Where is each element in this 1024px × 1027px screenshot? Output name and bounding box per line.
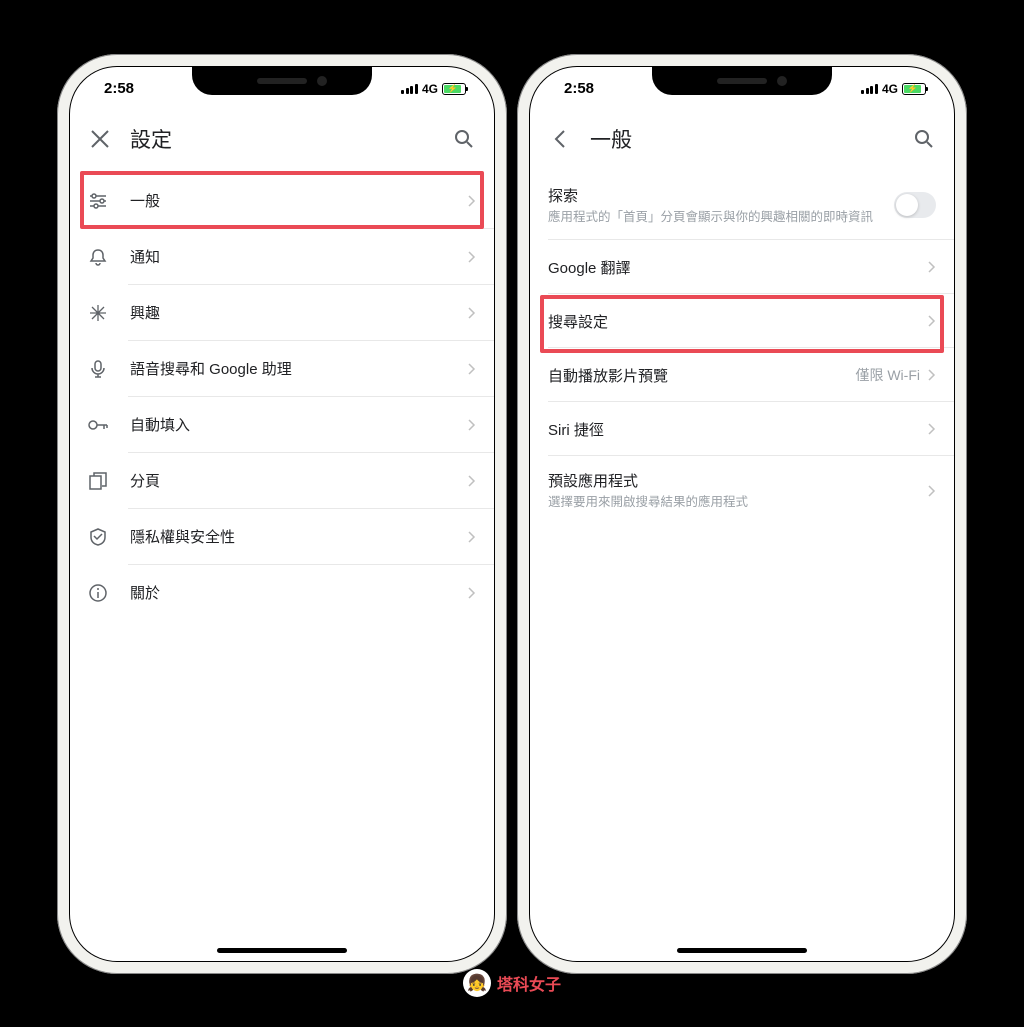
list-item-autoplay[interactable]: 自動播放影片預覽 僅限 Wi-Fi [530, 348, 954, 402]
list-item-label: 隱私權與安全性 [130, 526, 446, 547]
battery-icon: ⚡ [442, 83, 466, 95]
screen-left: 2:58 4G ⚡ 設定 一般 [69, 66, 495, 962]
list-item-sub: 選擇要用來開啟搜尋結果的應用程式 [548, 494, 928, 512]
list-item-value: 僅限 Wi-Fi [855, 365, 920, 385]
chevron-right-icon [928, 315, 936, 327]
list-item-interests[interactable]: 興趣 [70, 285, 494, 341]
chevron-right-icon [928, 261, 936, 273]
list-item-translate[interactable]: Google 翻譯 [530, 240, 954, 294]
watermark-avatar-icon: 👧 [463, 969, 491, 997]
status-right: 4G ⚡ [401, 82, 466, 96]
search-icon[interactable] [912, 127, 936, 151]
chevron-right-icon [468, 363, 476, 375]
settings-list: 一般 通知 興趣 語音搜尋和 Googl [70, 167, 494, 627]
page-title: 一般 [590, 124, 894, 154]
bell-icon [88, 247, 108, 267]
list-item-about[interactable]: 關於 [70, 565, 494, 621]
notch [652, 67, 832, 95]
toggle-switch[interactable] [894, 192, 936, 218]
chevron-right-icon [468, 531, 476, 543]
list-item-label: 語音搜尋和 Google 助理 [130, 358, 446, 379]
list-item-label: 興趣 [130, 302, 446, 323]
list-item-voice[interactable]: 語音搜尋和 Google 助理 [70, 341, 494, 397]
close-icon[interactable] [88, 127, 112, 151]
list-item-autofill[interactable]: 自動填入 [70, 397, 494, 453]
page-title: 設定 [130, 124, 434, 154]
status-time: 2:58 [98, 80, 134, 97]
battery-icon: ⚡ [902, 83, 926, 95]
chevron-right-icon [468, 307, 476, 319]
list-item-label: Google 翻譯 [548, 257, 928, 278]
list-item-search-settings[interactable]: 搜尋設定 [530, 294, 954, 348]
home-indicator[interactable] [677, 948, 807, 953]
chevron-right-icon [928, 423, 936, 435]
list-item-label: 預設應用程式 [548, 470, 928, 491]
list-item-label: 關於 [130, 582, 446, 603]
list-item-label: 探索 [548, 185, 894, 206]
watermark: 👧 塔科女子 [463, 969, 561, 997]
chevron-right-icon [468, 419, 476, 431]
list-item-label: 自動填入 [130, 414, 446, 435]
mic-icon [88, 359, 108, 379]
status-time: 2:58 [558, 80, 594, 97]
list-item-label: 通知 [130, 246, 446, 267]
signal-icon [401, 84, 418, 94]
page-header: 一般 [530, 111, 954, 167]
key-icon [88, 415, 108, 435]
list-item-general[interactable]: 一般 [70, 173, 494, 229]
list-item-notifications[interactable]: 通知 [70, 229, 494, 285]
chevron-right-icon [468, 475, 476, 487]
chevron-right-icon [928, 369, 936, 381]
chevron-right-icon [468, 195, 476, 207]
list-item-sub: 應用程式的「首頁」分頁會顯示與你的興趣相關的即時資訊 [548, 209, 894, 227]
network-label: 4G [422, 82, 438, 96]
list-item-label: Siri 捷徑 [548, 419, 928, 440]
list-item-label: 一般 [130, 190, 446, 211]
chevron-right-icon [468, 251, 476, 263]
notch [192, 67, 372, 95]
list-item-label: 自動播放影片預覽 [548, 365, 855, 386]
back-icon[interactable] [548, 127, 572, 151]
phone-right: 2:58 4G ⚡ 一般 探索 應用程式的「首頁」分頁會顯示與你的興趣相關的即時… [517, 54, 967, 974]
screen-right: 2:58 4G ⚡ 一般 探索 應用程式的「首頁」分頁會顯示與你的興趣相關的即時… [529, 66, 955, 962]
general-list: 探索 應用程式的「首頁」分頁會顯示與你的興趣相關的即時資訊 Google 翻譯 … [530, 167, 954, 526]
info-icon [88, 583, 108, 603]
chevron-right-icon [468, 587, 476, 599]
list-item-siri[interactable]: Siri 捷徑 [530, 402, 954, 456]
list-item-label: 分頁 [130, 470, 446, 491]
search-icon[interactable] [452, 127, 476, 151]
copy-icon [88, 471, 108, 491]
star-icon [88, 303, 108, 323]
watermark-text: 塔科女子 [497, 971, 561, 995]
signal-icon [861, 84, 878, 94]
list-item-label: 搜尋設定 [548, 311, 928, 332]
list-item-privacy[interactable]: 隱私權與安全性 [70, 509, 494, 565]
list-item-default-app[interactable]: 預設應用程式 選擇要用來開啟搜尋結果的應用程式 [530, 456, 954, 526]
page-header: 設定 [70, 111, 494, 167]
list-item-explore[interactable]: 探索 應用程式的「首頁」分頁會顯示與你的興趣相關的即時資訊 [530, 171, 954, 241]
status-right: 4G ⚡ [861, 82, 926, 96]
home-indicator[interactable] [217, 948, 347, 953]
list-item-tabs[interactable]: 分頁 [70, 453, 494, 509]
sliders-icon [88, 191, 108, 211]
phone-left: 2:58 4G ⚡ 設定 一般 [57, 54, 507, 974]
network-label: 4G [882, 82, 898, 96]
shield-icon [88, 527, 108, 547]
chevron-right-icon [928, 485, 936, 497]
